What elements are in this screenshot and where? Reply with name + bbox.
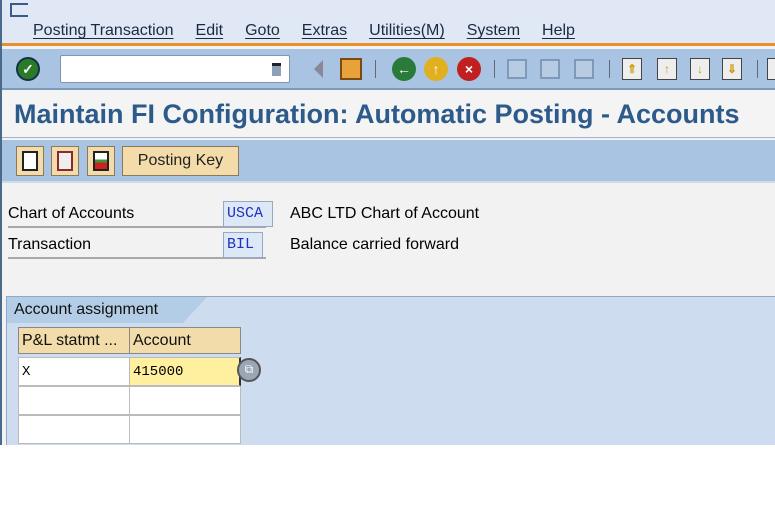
history-icon[interactable] — [272, 63, 281, 76]
menu-utilities[interactable]: Utilities(M) — [369, 22, 445, 40]
chart-of-accounts-description: ABC LTD Chart of Account — [290, 205, 480, 222]
table-cell[interactable] — [18, 386, 130, 415]
table-cell[interactable] — [129, 386, 241, 415]
create-session-icon[interactable] — [767, 58, 775, 80]
back-icon[interactable]: ← — [392, 57, 416, 81]
print-icon — [507, 59, 527, 79]
page-title: Maintain FI Configuration: Automatic Pos… — [14, 99, 740, 129]
menu-goto[interactable]: Goto — [245, 22, 280, 40]
menu-edit[interactable]: Edit — [196, 22, 224, 40]
new-entries-button[interactable] — [16, 146, 44, 176]
system-menu-icon[interactable] — [10, 3, 28, 17]
posting-key-button[interactable]: Posting Key — [122, 146, 239, 176]
find-icon — [540, 59, 560, 79]
standard-toolbar: ✓ ← ↑ × ⇑ ↑ ↓ ⇓ — [2, 49, 775, 90]
value-help-icon[interactable]: ⧉ — [237, 358, 261, 382]
application-toolbar: Posting Key — [2, 140, 775, 183]
menu-posting-transaction[interactable]: Posting Transaction — [33, 22, 174, 40]
menu-help[interactable]: Help — [542, 22, 575, 40]
copy-button[interactable] — [51, 146, 79, 176]
tab-account-assignment[interactable]: Account assignment — [7, 297, 207, 323]
transaction-field[interactable]: BIL — [223, 232, 263, 258]
command-field[interactable] — [60, 55, 290, 83]
delete-button[interactable] — [87, 146, 115, 176]
tabstrip: Account assignment P&L statmt ... Accoun… — [6, 296, 775, 445]
find-next-icon — [574, 59, 594, 79]
copy-icon — [57, 151, 73, 171]
last-page-icon[interactable]: ⇓ — [722, 58, 742, 80]
menu-extras[interactable]: Extras — [302, 22, 347, 40]
column-header-pl-statement[interactable]: P&L statmt ... — [18, 327, 130, 354]
next-page-icon[interactable]: ↓ — [690, 58, 710, 80]
account-input-active[interactable]: 415000 — [129, 357, 241, 386]
title-bar: Maintain FI Configuration: Automatic Pos… — [2, 92, 775, 138]
exit-icon[interactable]: ↑ — [424, 57, 448, 81]
sap-window: Posting Transaction Edit Goto Extras Uti… — [0, 0, 775, 445]
separator — [494, 60, 495, 78]
separator — [757, 60, 758, 78]
column-header-account[interactable]: Account — [129, 327, 241, 354]
new-entries-icon — [22, 151, 38, 171]
menu-bar: Posting Transaction Edit Goto Extras Uti… — [2, 0, 775, 46]
previous-page-icon[interactable]: ↑ — [657, 58, 677, 80]
table-cell[interactable] — [129, 415, 241, 444]
cancel-icon[interactable]: × — [457, 57, 481, 81]
table-cell[interactable]: X — [18, 357, 130, 386]
enter-icon[interactable]: ✓ — [16, 57, 40, 81]
table-cell[interactable] — [18, 415, 130, 444]
delete-icon — [93, 151, 109, 171]
first-page-icon[interactable]: ⇑ — [622, 58, 642, 80]
separator — [609, 60, 610, 78]
back-arrow-icon[interactable] — [314, 60, 323, 78]
chart-of-accounts-field[interactable]: USCA — [223, 201, 273, 227]
menu-system[interactable]: System — [467, 22, 520, 40]
save-icon[interactable] — [340, 58, 362, 80]
transaction-description: Balance carried forward — [290, 236, 459, 253]
separator — [375, 60, 376, 78]
